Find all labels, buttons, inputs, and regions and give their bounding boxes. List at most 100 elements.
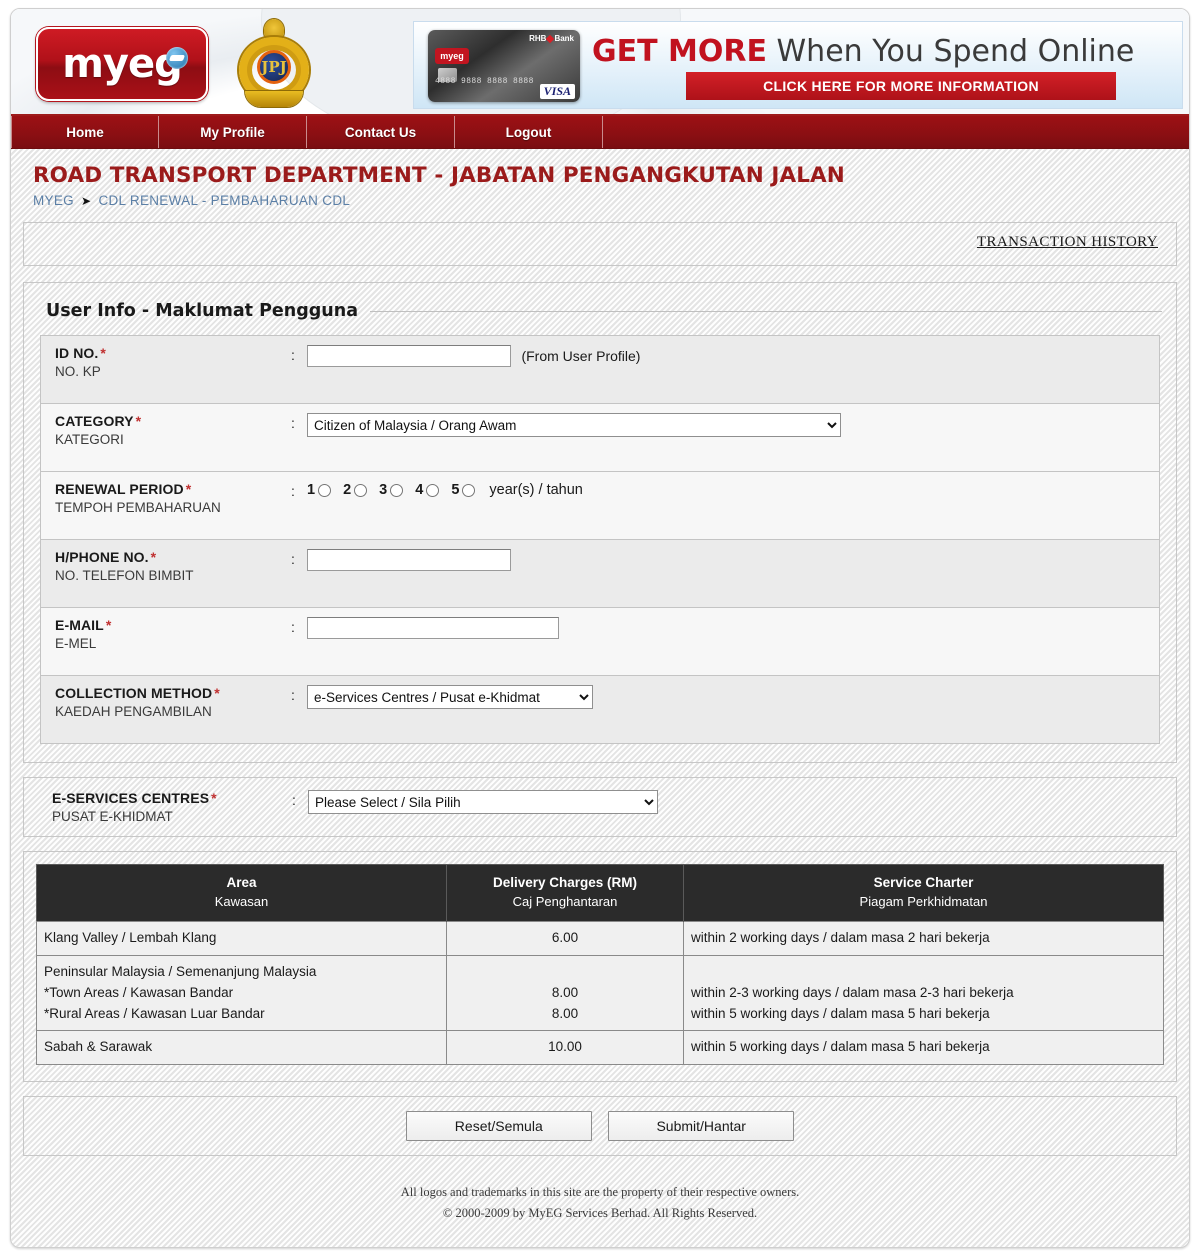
form-row-renewal-period: RENEWAL PERIOD * TEMPOH PEMBAHARUAN : 1 2… [41,472,1159,540]
column-header-area: Area Kawasan [36,864,447,922]
user-info-form: ID NO. * NO. KP : (From User Profile) CAT… [40,335,1160,744]
myeg-logo[interactable]: myeg [36,27,208,101]
label-id-no-en: ID NO. [55,345,99,361]
label-id-no-ms: NO. KP [55,364,101,379]
renewal-period-radio-4[interactable] [426,483,440,497]
category-select[interactable]: Citizen of Malaysia / Orang Awam [307,413,841,437]
main-navigation: Home My Profile Contact Us Logout [11,116,1189,149]
label-category-ms: KATEGORI [55,432,124,447]
colon-category: : [291,415,295,431]
label-email-en: E-MAIL [55,617,104,633]
column-header-area-en: Area [226,875,257,890]
id-no-input[interactable] [307,345,511,367]
page-body: ROAD TRANSPORT DEPARTMENT - JABATAN PENG… [11,149,1189,1247]
form-row-email: E-MAIL * E-MEL : [41,608,1159,676]
table-head: Area Kawasan Delivery Charges (RM) Caj P… [36,864,1164,922]
renewal-period-suffix: year(s) / tahun [489,482,583,498]
eservices-centres-panel: E-SERVICES CENTRES * PUSAT E-KHIDMAT : Pl… [23,777,1177,837]
field-collection-method: e-Services Centres / Pusat e-Khidmat [307,685,1159,709]
cell-charge: 8.00 8.00 [446,954,684,1032]
form-row-collection-method: COLLECTION METHOD * KAEDAH PENGAMBILAN : … [41,676,1159,744]
column-header-service-charter-en: Service Charter [873,875,974,890]
label-renewal-period-en: RENEWAL PERIOD [55,481,184,497]
renewal-period-radio-3[interactable] [390,483,404,497]
required-asterisk: * [211,790,217,806]
table-body: Klang Valley / Lembah Klang 6.00 within … [36,920,1164,1066]
renewal-period-label-3: 3 [379,482,388,498]
promo-banner[interactable]: RHB Bank myeg 4888 9888 8888 8888 VISA GE… [413,21,1183,109]
cell-area-line-1: Peninsular Malaysia / Semenanjung Malays… [44,963,317,979]
nav-item-home[interactable]: Home [11,116,159,148]
page-root: myeg JPJ RHB Bank myeg 4888 9888 8888 888… [0,0,1200,1255]
cell-area: Sabah & Sarawak [36,1030,447,1066]
cell-area-line-3: *Rural Areas / Kawasan Luar Bandar [44,1005,265,1021]
breadcrumb-arrow-icon: ➤ [81,194,92,208]
nav-item-contact-us[interactable]: Contact Us [307,116,455,148]
renewal-period-label-1: 1 [307,482,316,498]
table-row: Peninsular Malaysia / Semenanjung Malays… [36,954,1164,1032]
email-input[interactable] [307,617,559,639]
cell-service: within 5 working days / dalam masa 5 har… [683,1030,1164,1066]
banner-cta-button[interactable]: CLICK HERE FOR MORE INFORMATION [686,72,1116,100]
colon-renewal-period: : [291,483,295,499]
cell-charge: 10.00 [446,1030,684,1066]
reset-button[interactable]: Reset/Semula [405,1111,592,1142]
visa-logo: VISA [539,84,575,99]
label-email: E-MAIL * E-MEL [41,617,291,651]
submit-button[interactable]: Submit/Hantar [608,1111,795,1142]
rhb-bank-logo: RHB Bank [529,34,574,44]
label-eservices-centres-en: E-SERVICES CENTRES [52,790,210,806]
field-eservices-centres: Please Select / Sila Pilih [308,790,1162,814]
required-asterisk: * [150,549,157,565]
breadcrumb: MYEG ➤ CDL RENEWAL - PEMBAHARUAN CDL [33,193,1189,208]
section-title-text: User Info - Maklumat Pengguna [46,301,359,321]
nav-item-my-profile[interactable]: My Profile [159,116,307,148]
phone-no-input[interactable] [307,549,511,571]
form-row-category: CATEGORY * KATEGORI : Citizen of Malaysia… [41,404,1159,472]
site-header: myeg JPJ RHB Bank myeg 4888 9888 8888 888… [11,9,1189,116]
label-collection-method-en: COLLECTION METHOD [55,685,213,701]
renewal-period-radio-2[interactable] [354,483,368,497]
breadcrumb-root[interactable]: MYEG [33,193,74,208]
renewal-period-radio-1[interactable] [318,483,332,497]
column-header-charges-en: Delivery Charges (RM) [492,875,638,890]
renewal-period-label-4: 4 [415,482,424,498]
banner-headline-bold: GET MORE [592,34,767,69]
collection-method-select[interactable]: e-Services Centres / Pusat e-Khidmat [307,685,593,709]
cell-area-line-2: *Town Areas / Kawasan Bandar [44,984,234,1000]
column-header-charges-ms: Caj Penghantaran [512,894,618,910]
required-asterisk: * [100,345,106,361]
eservices-centres-select[interactable]: Please Select / Sila Pilih [308,790,658,814]
nav-item-logout[interactable]: Logout [455,116,603,148]
renewal-period-label-5: 5 [451,482,460,498]
banner-headline-rest: When You Spend Online [766,34,1135,69]
title-block: ROAD TRANSPORT DEPARTMENT - JABATAN PENG… [11,149,1189,214]
label-category-en: CATEGORY [55,413,134,429]
page-title: ROAD TRANSPORT DEPARTMENT - JABATAN PENG… [33,163,845,188]
transaction-history-link[interactable]: TRANSACTION HISTORY [977,234,1158,251]
form-row-eservices-centres: E-SERVICES CENTRES * PUSAT E-KHIDMAT : Pl… [38,790,1162,824]
cell-service: within 2 working days / dalam masa 2 har… [683,920,1164,956]
field-email [307,617,1159,639]
cell-charge-line-1 [454,962,676,983]
form-row-id-no: ID NO. * NO. KP : (From User Profile) [41,336,1159,404]
id-no-hint: (From User Profile) [521,347,641,364]
label-category: CATEGORY * KATEGORI [41,413,291,447]
card-number: 4888 9888 8888 8888 [435,77,534,86]
cell-service-line-2: within 2-3 working days / dalam masa 2-3… [691,984,1014,1000]
label-email-ms: E-MEL [55,636,97,651]
myeg-logo-globe-icon [166,47,188,69]
banner-headline: GET MORE When You Spend Online [592,34,1134,69]
label-eservices-centres: E-SERVICES CENTRES * PUSAT E-KHIDMAT [38,790,292,824]
delivery-charges-table: Area Kawasan Delivery Charges (RM) Caj P… [36,864,1164,1066]
label-renewal-period-ms: TEMPOH PEMBAHARUAN [55,500,221,515]
renewal-period-radio-5[interactable] [462,483,476,497]
jpj-emblem-icon: JPJ [233,17,315,109]
credit-card-image: RHB Bank myeg 4888 9888 8888 8888 VISA [428,30,580,102]
label-eservices-centres-ms: PUSAT E-KHIDMAT [52,809,173,824]
table-row: Sabah & Sarawak 10.00 within 5 working d… [36,1030,1164,1066]
card-myeg-logo: myeg [435,48,469,64]
myeg-logo-text: myeg [62,41,183,87]
colon-phone-no: : [291,551,295,567]
cell-area: Klang Valley / Lembah Klang [36,920,447,956]
